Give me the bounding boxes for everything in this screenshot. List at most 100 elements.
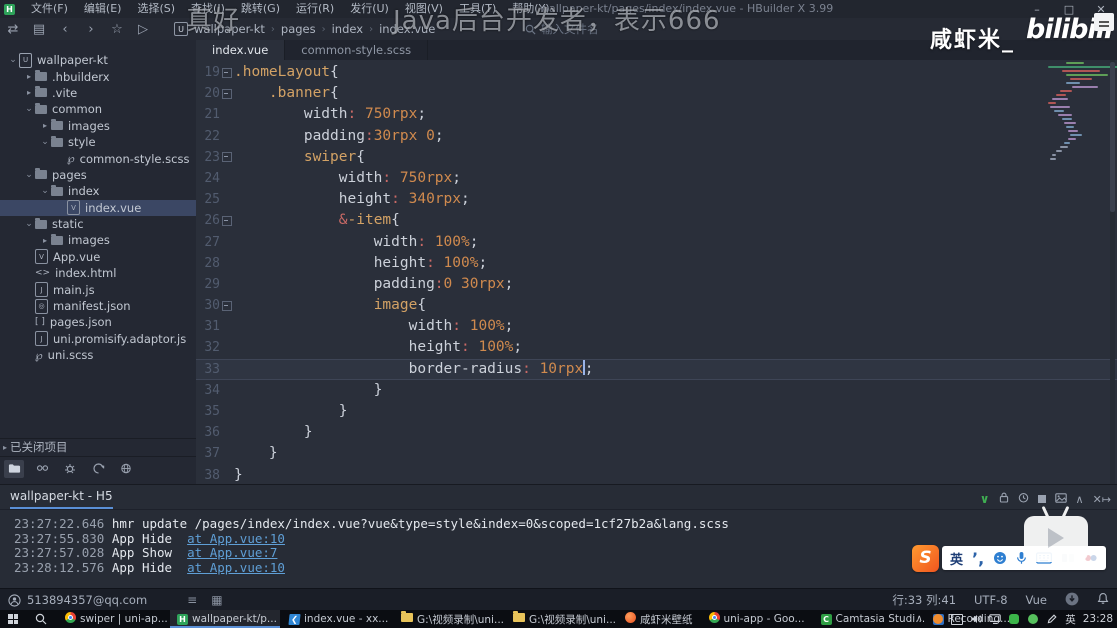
tree-item-index-html[interactable]: <>index.html	[0, 265, 196, 281]
tree-item-index-vue[interactable]: Vindex.vue	[0, 200, 196, 216]
taskbar-clock[interactable]: 23:28	[1083, 613, 1113, 625]
chevron-up-icon[interactable]: ∧	[913, 613, 925, 625]
tab-common-style-scss[interactable]: common-style.scss	[285, 40, 428, 60]
menu-item[interactable]: 查找(I)	[183, 0, 233, 18]
taskbar-app-folder[interactable]: G:\视频录制\uni...	[394, 610, 504, 628]
tree-item-app-vue[interactable]: VApp.vue	[0, 249, 196, 265]
fold-toggle-icon[interactable]	[220, 147, 234, 168]
run-config-dropdown-icon[interactable]: ∨	[980, 488, 990, 507]
ime-punctuation-icon[interactable]: ’,	[972, 549, 984, 568]
breadcrumb-item[interactable]: index.vue	[379, 22, 435, 36]
taskbar-app-chrome[interactable]: swiper | uni-ap...	[58, 610, 168, 628]
close-icon[interactable]: ✕↦	[1093, 488, 1111, 507]
tree-item-uni-scss[interactable]: ℘uni.scss	[0, 347, 196, 363]
breadcrumb-item[interactable]: index	[332, 22, 363, 36]
speaker-icon[interactable]	[970, 613, 982, 625]
sogou-logo-icon[interactable]: S	[912, 545, 939, 572]
notifications-bell-icon[interactable]	[1097, 592, 1109, 608]
tab-index-vue[interactable]: index.vue	[196, 40, 285, 60]
tree-item--hbuilderx[interactable]: ▸.hbuilderx	[0, 68, 196, 84]
web-icon[interactable]	[116, 460, 136, 478]
menu-item[interactable]: 编辑(E)	[76, 0, 130, 18]
tree-item-pages[interactable]: ⌄pages	[0, 167, 196, 183]
green-app-icon[interactable]	[1027, 613, 1039, 625]
tree-arrow-icon[interactable]: ⌄	[24, 104, 34, 114]
fold-toggle-icon[interactable]	[220, 62, 234, 83]
fold-toggle-icon[interactable]	[220, 83, 234, 104]
back-icon[interactable]: ‹	[52, 22, 78, 37]
encoding-indicator[interactable]: UTF-8	[974, 593, 1008, 607]
tree-item-style[interactable]: ⌄style	[0, 134, 196, 150]
cursor-position[interactable]: 行:33 列:41	[892, 592, 956, 608]
menu-item[interactable]: 文件(F)	[23, 0, 76, 18]
log-source-link[interactable]: at App.vue:10	[187, 531, 285, 546]
start-button[interactable]	[0, 610, 26, 628]
closed-projects-row[interactable]: ▸ 已关闭项目	[0, 438, 196, 455]
code-editor[interactable]: 19.homeLayout{20 .banner{21 width: 750rp…	[196, 60, 1117, 486]
tree-arrow-icon[interactable]: ⌄	[40, 186, 50, 196]
editor-scrollbar[interactable]	[1110, 60, 1115, 484]
taskbar-app-vscode[interactable]: ❮index.vue - xx...	[282, 610, 392, 628]
tree-item-wallpaper-kt[interactable]: ⌄Uwallpaper-kt	[0, 52, 196, 68]
run-icon[interactable]: ▷	[130, 22, 156, 37]
fold-toggle-icon[interactable]	[220, 295, 234, 316]
breadcrumb-item[interactable]: pages	[281, 22, 316, 36]
menu-item[interactable]: 发行(U)	[342, 0, 397, 18]
tree-item-common-style-scss[interactable]: ℘common-style.scss	[0, 150, 196, 166]
console-tab[interactable]: wallpaper-kt - H5	[10, 489, 113, 509]
display-icon[interactable]	[989, 613, 1001, 625]
tree-arrow-icon[interactable]: ▸	[24, 72, 34, 81]
tree-item-manifest-json[interactable]: ◎manifest.json	[0, 298, 196, 314]
save-icon[interactable]: ▤	[26, 22, 52, 37]
ime-mode-toggle[interactable]: 英	[950, 549, 963, 568]
tree-item-pages-json[interactable]: [ ]pages.json	[0, 314, 196, 330]
security-icon[interactable]	[932, 613, 944, 625]
tree-item-images[interactable]: ▸images	[0, 232, 196, 248]
tree-arrow-icon[interactable]: ▸	[40, 236, 50, 245]
search-icon[interactable]	[32, 460, 52, 478]
tree-arrow-icon[interactable]: ⌄	[24, 170, 34, 180]
taskbar-app-folder[interactable]: G:\视频录制\uni...	[506, 610, 616, 628]
log-source-link[interactable]: at App.vue:7	[187, 545, 277, 560]
tree-arrow-icon[interactable]: ▸	[24, 88, 34, 97]
taskbar-app-chrome[interactable]: uni-app - Goo...	[702, 610, 812, 628]
tree-item-uni-promisify-adaptor-js[interactable]: Juni.promisify.adaptor.js	[0, 331, 196, 347]
pen-icon[interactable]	[1046, 613, 1058, 625]
tree-arrow-icon[interactable]: ⌄	[24, 219, 34, 229]
taskbar-app-hbuilderx[interactable]: Hwallpaper-kt/p...	[170, 610, 280, 628]
tree-item--vite[interactable]: ▸.vite	[0, 85, 196, 101]
taskbar-search-button[interactable]	[26, 610, 56, 628]
tree-item-static[interactable]: ⌄static	[0, 216, 196, 232]
forward-icon[interactable]: ›	[78, 22, 104, 37]
outline-icon[interactable]: ≡	[187, 593, 197, 607]
wechat-icon[interactable]	[1008, 613, 1020, 625]
menu-item[interactable]: 跳转(G)	[233, 0, 288, 18]
menu-item[interactable]: 运行(R)	[288, 0, 342, 18]
tree-item-main-js[interactable]: Jmain.js	[0, 281, 196, 297]
taskbar-app-camtasia[interactable]: CCamtasia Studi...	[814, 610, 924, 628]
menu-item[interactable]: 工具(T)	[451, 0, 504, 18]
file-search-box[interactable]: 输入文件名	[525, 21, 599, 37]
breadcrumb-item[interactable]: wallpaper-kt	[194, 22, 265, 36]
star-icon[interactable]: ☆	[104, 22, 130, 37]
ime-indicator[interactable]: 英	[1065, 612, 1076, 627]
menu-item[interactable]: 选择(S)	[129, 0, 183, 18]
fold-toggle-icon[interactable]	[220, 210, 234, 231]
update-download-icon[interactable]	[1065, 592, 1079, 609]
tree-arrow-icon[interactable]: ⌄	[8, 55, 18, 65]
screenshot-icon[interactable]	[951, 613, 963, 625]
debug-icon[interactable]	[60, 460, 80, 478]
lock-icon[interactable]	[999, 488, 1009, 507]
language-mode[interactable]: Vue	[1026, 593, 1047, 607]
menu-item[interactable]: 视图(V)	[397, 0, 451, 18]
log-source-link[interactable]: at App.vue:10	[187, 560, 285, 575]
git-icon[interactable]	[88, 460, 108, 478]
preview-icon[interactable]: ▦	[211, 593, 222, 607]
tree-arrow-icon[interactable]: ▸	[40, 121, 50, 130]
tree-item-common[interactable]: ⌄common	[0, 101, 196, 117]
account-email[interactable]: 513894357@qq.com	[27, 593, 147, 607]
taskbar-app-xiami[interactable]: 咸虾米壁纸	[618, 610, 700, 628]
explorer-icon[interactable]	[4, 460, 24, 478]
ime-emoji-icon[interactable]	[993, 551, 1007, 565]
tree-arrow-icon[interactable]: ⌄	[40, 137, 50, 147]
